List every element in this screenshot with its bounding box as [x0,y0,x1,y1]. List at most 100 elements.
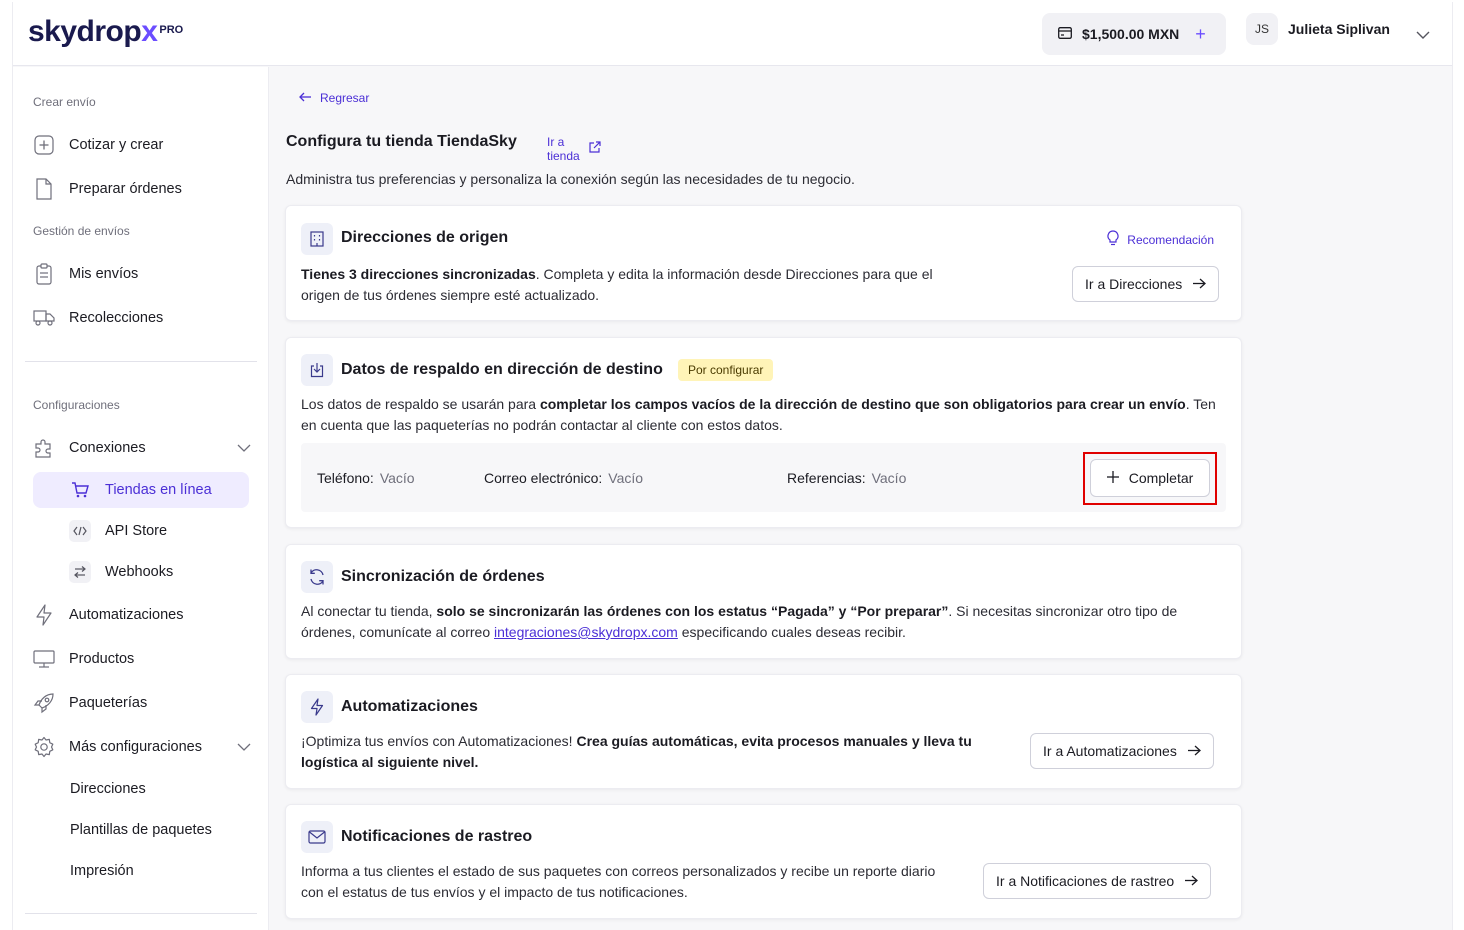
sidebar-item-automations[interactable]: Automatizaciones [33,597,251,633]
sidebar-item-more-settings[interactable]: Más configuraciones [33,729,251,765]
email-value: Vacío [608,470,644,486]
go-to-automations-button[interactable]: Ir a Automatizaciones [1030,733,1214,769]
sidebar-item-label: Cotizar y crear [69,137,164,153]
top-bar: skydropx PRO $1,500.00 MXN + JS Julieta … [13,2,1452,66]
sidebar-item-label: Productos [69,651,135,667]
mail-icon [301,821,333,853]
sidebar-item-label: Impresión [70,863,134,879]
sidebar-item-label: Preparar órdenes [69,181,182,197]
back-label: Regresar [320,91,370,105]
sync-text-pre: Al conectar tu tienda, [301,603,437,619]
lightning-icon [301,691,333,723]
button-label: Ir a Notificaciones de rastreo [996,873,1175,889]
clipboard-icon [33,263,55,285]
sidebar-item-label: API Store [105,523,168,539]
sidebar-item-products[interactable]: Productos [33,641,251,677]
building-icon [301,223,333,255]
plus-icon [33,134,55,156]
download-box-icon [301,354,333,386]
order-sync-card: Sincronización de órdenes Al conectar tu… [285,544,1242,659]
sidebar-item-label: Recolecciones [69,310,164,326]
arrow-right-icon [1187,743,1201,759]
sidebar-item-package-templates[interactable]: Plantillas de paquetes [33,812,251,848]
sidebar-item-label: Más configuraciones [69,739,202,755]
sidebar-item-webhooks[interactable]: Webhooks [33,554,249,590]
recommendation-label: Recomendación [1127,232,1214,247]
sidebar-item-carriers[interactable]: Paqueterías [33,685,251,721]
balance-button[interactable]: $1,500.00 MXN + [1042,13,1226,55]
sidebar-item-label: Webhooks [105,564,174,580]
truck-icon [33,307,55,329]
backup-data-card: Datos de respaldo en dirección de destin… [285,337,1242,528]
sidebar-item-label: Tiendas en línea [105,482,212,498]
puzzle-icon [33,437,55,459]
lightbulb-icon [1107,230,1119,249]
section-label-config: Configuraciones [33,398,120,412]
go-to-addresses-button[interactable]: Ir a Direcciones [1072,266,1220,302]
recommendation-link[interactable]: Recomendación [1107,230,1214,249]
rocket-icon [33,692,55,714]
chevron-down-icon[interactable] [237,440,251,456]
sidebar: Crear envío Cotizar y crear Preparar órd… [13,67,269,930]
origin-text-bold: Tienes 3 direcciones sincronizadas [301,266,536,282]
user-menu[interactable]: JS Julieta Siplivan [1246,13,1390,45]
highlight-box [1083,452,1217,505]
logo[interactable]: skydropx PRO [28,15,183,49]
chevron-down-icon[interactable] [1416,26,1430,44]
sidebar-item-printing[interactable]: Impresión [33,853,251,889]
card-title: Automatizaciones [341,698,478,715]
sidebar-item-pickups[interactable]: Recolecciones [33,300,251,336]
user-name: Julieta Siplivan [1288,21,1390,37]
add-balance-icon[interactable]: + [1195,24,1206,45]
email-field: Correo electrónico: Vacío [484,470,643,486]
sidebar-divider [25,361,257,362]
references-field: Referencias: Vacío [787,470,906,486]
support-email-link[interactable]: integraciones@skydropx.com [494,624,678,640]
automations-card: Automatizaciones ¡Optimiza tus envíos co… [285,674,1242,789]
sidebar-item-quote-create[interactable]: Cotizar y crear [33,127,251,163]
monitor-icon [33,648,55,670]
sidebar-item-prepare-orders[interactable]: Preparar órdenes [33,171,251,207]
origin-description: Tienes 3 direcciones sincronizadas. Comp… [301,264,941,306]
sidebar-item-label: Mis envíos [69,266,139,282]
sync-text-bold: solo se sincronizarán las órdenes con lo… [436,603,949,619]
page-subtitle: Administra tus preferencias y personaliz… [286,171,855,187]
section-label-shipments: Gestión de envíos [33,224,130,238]
sidebar-item-api-store[interactable]: API Store [33,513,249,549]
sidebar-item-online-stores[interactable]: Tiendas en línea [33,472,249,508]
cart-icon [69,479,91,501]
sidebar-item-connections[interactable]: Conexiones [33,430,251,466]
sidebar-item-label: Plantillas de paquetes [70,822,212,838]
app-frame: skydropx PRO $1,500.00 MXN + JS Julieta … [12,2,1453,930]
button-label: Ir a Automatizaciones [1043,743,1177,759]
logo-text: skydrop [28,15,142,48]
automations-description: ¡Optimiza tus envíos con Automatizacione… [301,731,991,773]
arrow-right-icon [1192,276,1207,292]
card-title: Sincronización de órdenes [341,568,545,585]
store-link-label: Ir a tienda [547,135,580,163]
sidebar-item-label: Automatizaciones [69,607,184,623]
sidebar-item-addresses[interactable]: Direcciones [33,771,251,807]
back-link[interactable]: Regresar [299,91,369,105]
gear-icon [33,736,55,758]
logo-x: x [141,15,158,48]
backup-text-pre: Los datos de respaldo se usarán para [301,396,540,412]
balance-amount: $1,500.00 MXN [1082,26,1180,42]
section-label-create: Crear envío [33,95,96,109]
lightning-icon [33,604,55,626]
external-link-icon [588,141,601,157]
origin-addresses-card: Direcciones de origen Recomendación Tien… [285,205,1242,321]
arrow-left-icon [299,91,312,105]
button-label: Ir a Direcciones [1085,276,1183,292]
go-to-notifications-button[interactable]: Ir a Notificaciones de rastreo [983,863,1212,899]
phone-field: Teléfono: Vacío [317,470,415,486]
go-to-store-link[interactable]: Ir a tienda [547,135,601,163]
phone-value: Vacío [379,470,415,486]
sidebar-item-label: Direcciones [70,781,146,797]
card-title: Direcciones de origen [341,229,509,246]
card-title: Datos de respaldo en dirección de destin… [341,361,663,378]
references-value: Vacío [871,470,907,486]
chevron-down-icon[interactable] [237,739,251,755]
sidebar-item-label: Conexiones [69,440,146,456]
sidebar-item-my-shipments[interactable]: Mis envíos [33,256,251,292]
